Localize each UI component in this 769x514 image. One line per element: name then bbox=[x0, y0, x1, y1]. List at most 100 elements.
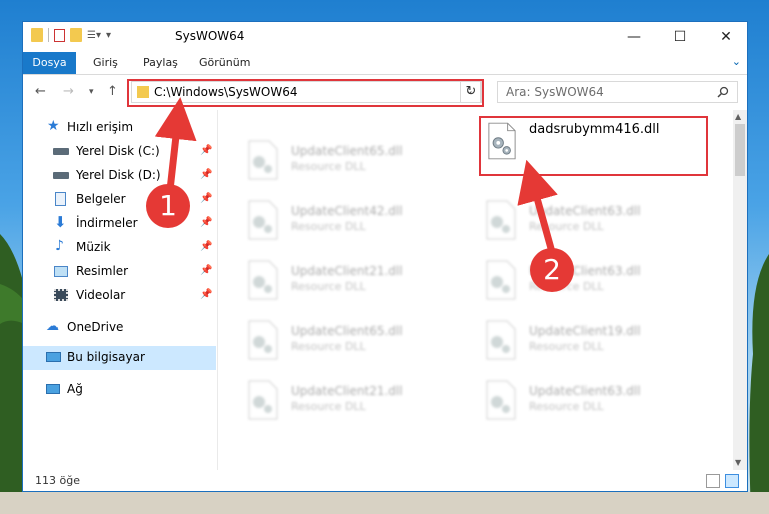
file-type: Resource DLL bbox=[529, 400, 604, 413]
drive-icon bbox=[53, 172, 69, 179]
dll-file-icon bbox=[248, 140, 278, 180]
sidebar-item-network[interactable]: Ağ bbox=[23, 378, 216, 402]
search-placeholder: Ara: SysWOW64 bbox=[506, 85, 604, 99]
pin-icon[interactable]: 📌 bbox=[200, 241, 212, 252]
desktop-beach bbox=[0, 492, 769, 514]
step-1-badge: 1 bbox=[146, 184, 190, 228]
file-tile[interactable]: UpdateClient63.dll Resource DLL bbox=[481, 200, 711, 256]
sidebar-item-music[interactable]: ♪ Müzik 📌 bbox=[23, 236, 216, 260]
large-icons-view-icon[interactable] bbox=[725, 474, 739, 488]
sidebar-item-this-pc[interactable]: Bu bilgisayar bbox=[23, 346, 216, 370]
file-tile[interactable]: UpdateClient42.dll Resource DLL bbox=[243, 200, 473, 256]
status-bar: 113 öğe bbox=[23, 470, 747, 491]
dll-file-icon bbox=[248, 380, 278, 420]
scroll-thumb[interactable] bbox=[735, 124, 745, 176]
recent-locations-icon[interactable]: ▾ bbox=[89, 87, 94, 97]
customize-toolbar-icon[interactable]: ☰▾ bbox=[87, 30, 101, 41]
sidebar-item-local-disk-d[interactable]: Yerel Disk (D:) 📌 bbox=[23, 164, 216, 188]
file-name: UpdateClient19.dll bbox=[529, 324, 641, 338]
dll-file-icon bbox=[486, 380, 516, 420]
file-tile[interactable]: UpdateClient21.dll Resource DLL bbox=[243, 260, 473, 316]
tab-view[interactable]: Görünüm bbox=[199, 52, 250, 74]
dll-file-icon bbox=[486, 200, 516, 240]
sidebar-item-label: İndirmeler bbox=[76, 216, 138, 230]
pin-icon[interactable]: 📌 bbox=[200, 217, 212, 228]
file-type: Resource DLL bbox=[291, 400, 366, 413]
sidebar-item-quick-access[interactable]: ★ Hızlı erişim bbox=[23, 116, 216, 140]
dll-file-icon bbox=[248, 320, 278, 360]
dll-file-icon bbox=[248, 200, 278, 240]
search-input[interactable]: Ara: SysWOW64 bbox=[497, 81, 738, 103]
sidebar-item-label: Resimler bbox=[76, 264, 129, 278]
minimize-button[interactable]: — bbox=[611, 22, 657, 52]
tab-home[interactable]: Giriş bbox=[93, 52, 118, 74]
sidebar-item-label: Belgeler bbox=[76, 192, 126, 206]
back-arrow-icon[interactable]: ← bbox=[35, 84, 46, 99]
new-folder-icon[interactable] bbox=[70, 28, 82, 42]
quick-access-toolbar: ☰▾ ▾ bbox=[31, 28, 111, 42]
file-tile[interactable]: UpdateClient19.dll Resource DLL bbox=[481, 320, 711, 376]
sidebar-item-label: Bu bilgisayar bbox=[67, 350, 145, 364]
ribbon-expand-icon[interactable]: ⌄ bbox=[732, 55, 741, 68]
forward-arrow-icon[interactable]: → bbox=[63, 84, 74, 99]
tab-share[interactable]: Paylaş bbox=[143, 52, 178, 74]
computer-icon bbox=[46, 352, 61, 362]
pin-icon[interactable]: 📌 bbox=[200, 289, 212, 300]
file-tile[interactable]: UpdateClient21.dll Resource DLL bbox=[243, 380, 473, 436]
sidebar-item-label: Videolar bbox=[76, 288, 126, 302]
documents-icon bbox=[55, 192, 66, 206]
sidebar-item-local-disk-c[interactable]: Yerel Disk (C:) 📌 bbox=[23, 140, 216, 164]
sidebar-item-label: Yerel Disk (D:) bbox=[76, 168, 161, 182]
dll-file-icon bbox=[248, 260, 278, 300]
title-bar: ☰▾ ▾ SysWOW64 — ☐ ✕ bbox=[23, 22, 747, 52]
file-name: UpdateClient63.dll bbox=[529, 384, 641, 398]
sidebar-item-label: Hızlı erişim bbox=[67, 120, 134, 134]
file-name: UpdateClient21.dll bbox=[291, 264, 403, 278]
dll-file-icon bbox=[486, 320, 516, 360]
close-button[interactable]: ✕ bbox=[703, 22, 747, 52]
file-name: UpdateClient65.dll bbox=[291, 324, 403, 338]
file-tile[interactable]: UpdateClient65.dll Resource DLL bbox=[243, 320, 473, 376]
details-view-icon[interactable] bbox=[706, 474, 720, 488]
pin-icon[interactable]: 📌 bbox=[200, 169, 212, 180]
file-type: Resource DLL bbox=[291, 220, 366, 233]
file-tile[interactable]: UpdateClient65.dll Resource DLL bbox=[243, 140, 473, 196]
cloud-icon: ☁ bbox=[46, 319, 59, 334]
pin-icon[interactable]: 📌 bbox=[200, 145, 212, 156]
file-tile[interactable]: UpdateClient63.dll Resource DLL bbox=[481, 260, 711, 316]
sidebar-item-pictures[interactable]: Resimler 📌 bbox=[23, 260, 216, 284]
pin-icon[interactable]: 📌 bbox=[200, 265, 212, 276]
sidebar-item-label: Müzik bbox=[76, 240, 111, 254]
ribbon-tabs: Dosya Giriş Paylaş Görünüm ⌄ bbox=[23, 52, 747, 75]
file-highlight-box bbox=[479, 116, 708, 176]
up-arrow-icon[interactable]: ↑ bbox=[107, 84, 118, 99]
file-type: Resource DLL bbox=[291, 280, 366, 293]
network-icon bbox=[46, 384, 60, 394]
file-explorer-window: ☰▾ ▾ SysWOW64 — ☐ ✕ Dosya Giriş Paylaş G… bbox=[22, 21, 748, 492]
sidebar-item-onedrive[interactable]: ☁ OneDrive bbox=[23, 316, 216, 340]
item-count: 113 öğe bbox=[35, 474, 80, 487]
file-type: Resource DLL bbox=[529, 220, 604, 233]
file-type: Resource DLL bbox=[529, 340, 604, 353]
tab-file[interactable]: Dosya bbox=[23, 52, 76, 74]
toolbar-dropdown-icon[interactable]: ▾ bbox=[106, 30, 111, 41]
pin-icon[interactable]: 📌 bbox=[200, 193, 212, 204]
sidebar-item-videos[interactable]: Videolar 📌 bbox=[23, 284, 216, 308]
film-icon bbox=[54, 289, 68, 301]
download-arrow-icon: ⬇ bbox=[54, 213, 67, 231]
file-tile[interactable]: UpdateClient63.dll Resource DLL bbox=[481, 380, 711, 436]
sidebar-item-label: OneDrive bbox=[67, 320, 124, 334]
toolbar-divider bbox=[48, 28, 49, 42]
pictures-icon bbox=[54, 266, 68, 277]
file-name: UpdateClient65.dll bbox=[291, 144, 403, 158]
dll-file-icon bbox=[486, 260, 516, 300]
pane-divider[interactable] bbox=[217, 110, 218, 470]
folder-icon bbox=[31, 28, 43, 42]
properties-icon[interactable] bbox=[54, 28, 65, 42]
star-icon: ★ bbox=[47, 118, 60, 134]
maximize-button[interactable]: ☐ bbox=[657, 22, 703, 52]
music-note-icon: ♪ bbox=[55, 238, 64, 254]
scroll-up-arrow-icon[interactable]: ▲ bbox=[735, 112, 741, 121]
vertical-scrollbar[interactable]: ▲ ▼ bbox=[733, 110, 747, 470]
scroll-down-arrow-icon[interactable]: ▼ bbox=[735, 458, 741, 467]
